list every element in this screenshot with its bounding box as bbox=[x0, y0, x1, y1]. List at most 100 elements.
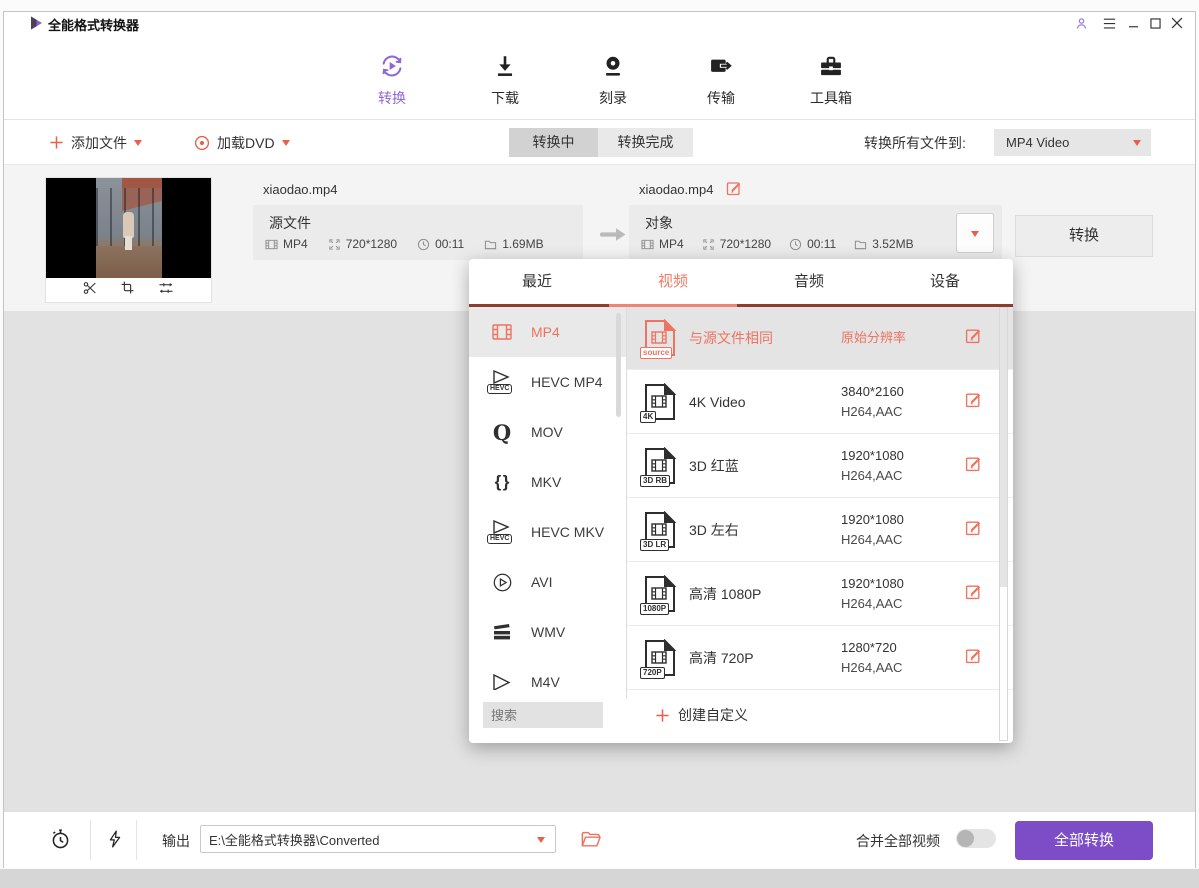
chevron-down-icon bbox=[134, 140, 142, 150]
effects-icon[interactable] bbox=[157, 280, 175, 301]
mp4-icon bbox=[487, 321, 517, 343]
source-filename: xiaodao.mp4 bbox=[263, 182, 337, 197]
tab-burn[interactable]: 刻录 bbox=[558, 52, 668, 116]
avi-icon bbox=[487, 572, 517, 593]
wmv-icon bbox=[487, 621, 517, 643]
format-item-mov[interactable]: Q MOV bbox=[469, 407, 626, 457]
search-input[interactable] bbox=[483, 702, 603, 728]
preset-hd-1080p[interactable]: 1080P 高清 1080P 1920*1080H264,AAC bbox=[627, 561, 1013, 625]
m4v-icon bbox=[487, 674, 517, 690]
convert-all-to-label: 转换所有文件到: bbox=[864, 120, 966, 165]
convert-icon bbox=[337, 52, 447, 82]
format-item-avi[interactable]: AVI bbox=[469, 557, 626, 607]
convert-button[interactable]: 转换 bbox=[1015, 215, 1153, 257]
add-file-label: 添加文件 bbox=[71, 133, 127, 153]
output-format-dropdown[interactable]: MP4 Video bbox=[994, 129, 1151, 156]
load-dvd-label: 加载DVD bbox=[217, 133, 275, 153]
target-format-dropdown-button[interactable] bbox=[956, 213, 994, 253]
target-resolution: 720*1280 bbox=[702, 237, 771, 251]
folder-icon bbox=[484, 238, 497, 251]
account-icon[interactable] bbox=[1072, 15, 1090, 31]
popup-tab-audio[interactable]: 音频 bbox=[741, 259, 877, 304]
tab-finished[interactable]: 转换完成 bbox=[598, 128, 693, 157]
preset-3d-leftright[interactable]: 3D LR 3D 左右 1920*1080H264,AAC bbox=[627, 497, 1013, 561]
tab-convert[interactable]: 转换 bbox=[337, 52, 447, 116]
format-picker-popup: 最近 视频 音频 设备 MP4 HEVC HEVC MP4 Q MOV bbox=[469, 259, 1013, 743]
edit-preset-icon[interactable] bbox=[965, 519, 982, 541]
preset-4k-video[interactable]: 4K 4K Video 3840*2160H264,AAC bbox=[627, 369, 1013, 433]
preset-hd-720p[interactable]: 720P 高清 720P 1280*720H264,AAC bbox=[627, 625, 1013, 689]
app-title: 全能格式转换器 bbox=[48, 15, 139, 34]
popup-tab-device[interactable]: 设备 bbox=[877, 259, 1013, 304]
add-file-button[interactable]: 添加文件 bbox=[49, 120, 142, 165]
resolution-icon bbox=[328, 238, 341, 251]
source-size: 1.69MB bbox=[484, 237, 543, 251]
mov-icon: Q bbox=[487, 420, 517, 445]
format-item-mkv[interactable]: { } MKV bbox=[469, 457, 626, 507]
crop-icon[interactable] bbox=[120, 280, 135, 300]
format-item-hevc-mkv[interactable]: HEVC HEVC MKV bbox=[469, 507, 626, 557]
preset-scrollbar[interactable] bbox=[999, 307, 1008, 741]
burn-disc-icon bbox=[558, 52, 668, 82]
cut-icon[interactable] bbox=[82, 280, 98, 301]
target-info-box: 对象 MP4 720*1280 00:11 3.52MB bbox=[629, 205, 1002, 260]
chevron-down-icon bbox=[282, 140, 290, 150]
titlebar: 全能格式转换器 bbox=[4, 12, 1195, 34]
format-item-wmv[interactable]: WMV bbox=[469, 607, 626, 657]
menu-icon[interactable] bbox=[1100, 15, 1118, 31]
close-button[interactable] bbox=[1168, 15, 1186, 31]
minimize-button[interactable] bbox=[1124, 15, 1142, 31]
edit-preset-icon[interactable] bbox=[965, 647, 982, 669]
divider bbox=[136, 820, 137, 860]
tab-burn-label: 刻录 bbox=[558, 88, 668, 108]
rename-icon[interactable] bbox=[726, 180, 742, 201]
preset-list: source 与源文件相同 原始分辨率 4K 4K Video 3840*216… bbox=[627, 307, 1013, 698]
target-filename: xiaodao.mp4 bbox=[639, 182, 713, 197]
edit-preset-icon[interactable] bbox=[965, 455, 982, 477]
video-thumbnail[interactable] bbox=[46, 178, 211, 302]
app-logo-icon bbox=[28, 15, 44, 36]
hevc-mp4-icon: HEVC bbox=[487, 370, 517, 394]
output-format-value: MP4 Video bbox=[1006, 135, 1069, 150]
popup-tab-video[interactable]: 视频 bbox=[605, 259, 741, 304]
format-list-scrollbar[interactable] bbox=[616, 313, 621, 417]
preset-same-as-source[interactable]: source 与源文件相同 原始分辨率 bbox=[627, 307, 1013, 369]
preset-icon: 3D RB bbox=[643, 447, 677, 485]
format-item-hevc-mp4[interactable]: HEVC HEVC MP4 bbox=[469, 357, 626, 407]
tab-download[interactable]: 下载 bbox=[450, 52, 560, 116]
mkv-icon: { } bbox=[487, 472, 517, 492]
output-path-dropdown[interactable]: E:\全能格式转换器\Converted bbox=[200, 825, 556, 853]
edit-preset-icon[interactable] bbox=[965, 327, 982, 349]
edit-preset-icon[interactable] bbox=[965, 583, 982, 605]
popup-tab-recent[interactable]: 最近 bbox=[469, 259, 605, 304]
chevron-down-icon bbox=[537, 837, 545, 847]
dvd-icon bbox=[194, 135, 210, 151]
edit-preset-icon[interactable] bbox=[965, 391, 982, 413]
chevron-down-icon bbox=[971, 231, 979, 241]
high-speed-icon[interactable] bbox=[102, 826, 128, 852]
tab-converting[interactable]: 转换中 bbox=[509, 128, 598, 157]
merge-all-toggle[interactable] bbox=[956, 829, 996, 848]
toggle-knob bbox=[957, 830, 974, 847]
desktop-strip bbox=[0, 869, 1199, 888]
format-item-mp4[interactable]: MP4 bbox=[469, 307, 626, 357]
film-icon bbox=[265, 238, 278, 251]
thumbnail-toolbar bbox=[46, 278, 211, 302]
tab-toolbox[interactable]: 工具箱 bbox=[776, 52, 886, 116]
preset-icon: 1080P bbox=[643, 575, 677, 613]
load-dvd-button[interactable]: 加载DVD bbox=[194, 120, 290, 165]
tab-transfer[interactable]: 传输 bbox=[666, 52, 776, 116]
main-nav: 转换 下载 刻录 传输 bbox=[4, 34, 1195, 120]
schedule-icon[interactable] bbox=[47, 826, 73, 852]
convert-all-button[interactable]: 全部转换 bbox=[1015, 821, 1153, 860]
source-format: MP4 bbox=[265, 237, 308, 251]
maximize-button[interactable] bbox=[1146, 15, 1164, 31]
output-path-value: E:\全能格式转换器\Converted bbox=[209, 830, 380, 849]
folder-icon bbox=[854, 238, 867, 251]
format-item-m4v[interactable]: M4V bbox=[469, 657, 626, 698]
tab-convert-label: 转换 bbox=[337, 88, 447, 108]
preset-3d-redblue[interactable]: 3D RB 3D 红蓝 1920*1080H264,AAC bbox=[627, 433, 1013, 497]
divider bbox=[90, 820, 91, 860]
create-custom-button[interactable]: 创建自定义 bbox=[655, 705, 748, 725]
open-folder-icon[interactable] bbox=[578, 826, 604, 852]
